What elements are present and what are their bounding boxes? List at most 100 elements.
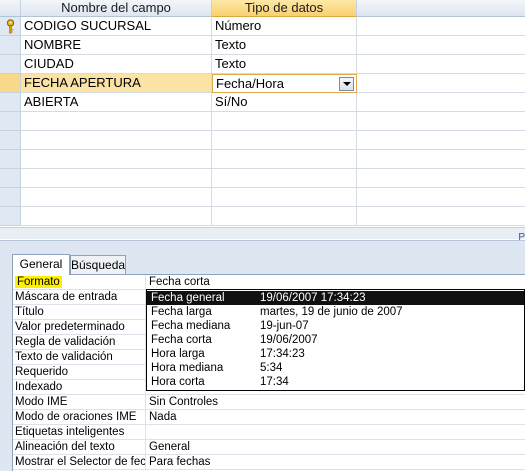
row-selector[interactable] (0, 93, 21, 112)
field-name-cell[interactable] (21, 112, 212, 131)
data-type-cell[interactable]: Texto (212, 36, 357, 55)
row-selector[interactable] (0, 188, 21, 207)
field-name-cell[interactable]: ABIERTA (21, 93, 212, 112)
format-option[interactable]: Hora larga 17:34:23 (147, 347, 524, 361)
property-label: Alineación del texto (13, 440, 146, 455)
format-option[interactable]: Fecha general 19/06/2007 17:34:23 (147, 291, 524, 305)
description-cell[interactable] (357, 131, 525, 150)
field-name-cell[interactable] (21, 150, 212, 169)
property-row[interactable]: Etiquetas inteligentes (13, 425, 525, 440)
grid-horizontal-scrollbar[interactable] (0, 227, 525, 239)
tab-general[interactable]: General (12, 254, 70, 275)
data-type-cell[interactable]: Texto (212, 55, 357, 74)
row-selector[interactable] (0, 207, 21, 226)
row-selector[interactable] (0, 112, 21, 131)
row-selector[interactable] (0, 74, 21, 93)
field-name-cell[interactable] (21, 207, 212, 226)
field-row[interactable] (0, 131, 525, 150)
property-label-text: Modo de oraciones IME (15, 411, 137, 423)
tab-search[interactable]: Búsqueda (70, 255, 126, 274)
format-option[interactable]: Fecha mediana 19-jun-07 (147, 319, 524, 333)
property-value[interactable]: Nada (146, 410, 525, 425)
property-row[interactable]: Alineación del texto General (13, 440, 525, 455)
property-row[interactable]: Formato Fecha corta (13, 275, 525, 290)
property-row[interactable]: Modo IME Sin Controles (13, 395, 525, 410)
property-label-text: Valor predeterminado (15, 321, 125, 333)
description-cell[interactable] (357, 112, 525, 131)
row-selector[interactable] (0, 36, 21, 55)
row-selector[interactable] (0, 169, 21, 188)
field-name-cell[interactable] (21, 188, 212, 207)
field-row[interactable] (0, 169, 525, 188)
data-type-cell[interactable] (212, 112, 357, 131)
description-cell[interactable] (357, 150, 525, 169)
field-row[interactable]: CIUDAD Texto (0, 55, 525, 74)
property-label: Requerido (13, 365, 146, 380)
data-type-value: Fecha/Hora (216, 76, 284, 91)
format-option[interactable]: Hora corta 17:34 (147, 375, 524, 389)
field-row[interactable]: FECHA APERTURA Fecha/Hora (0, 74, 525, 93)
field-row[interactable] (0, 150, 525, 169)
data-type-cell[interactable]: Número (212, 17, 357, 36)
field-name-cell[interactable]: CODIGO SUCURSAL (21, 17, 212, 36)
column-header-field-name[interactable]: Nombre del campo (21, 0, 212, 17)
property-row[interactable]: Mostrar el Selector de fec Para fechas (13, 455, 525, 470)
property-label: Valor predeterminado (13, 320, 146, 335)
field-row[interactable]: CODIGO SUCURSAL Número (0, 17, 525, 36)
field-row[interactable] (0, 207, 525, 226)
property-value[interactable] (146, 425, 525, 440)
data-type-cell[interactable] (212, 131, 357, 150)
property-label-text: Formato (15, 276, 62, 288)
description-cell[interactable] (357, 169, 525, 188)
property-label: Regla de validación (13, 335, 146, 350)
description-cell[interactable] (357, 55, 525, 74)
property-value[interactable]: Para fechas (146, 455, 525, 470)
field-name-cell[interactable]: FECHA APERTURA (21, 74, 212, 93)
description-cell[interactable] (357, 188, 525, 207)
data-type-cell[interactable]: Fecha/Hora (212, 74, 357, 93)
property-label-text: Modo IME (15, 396, 68, 408)
property-row[interactable]: Modo de oraciones IME Nada (13, 410, 525, 425)
property-value[interactable]: Fecha corta (146, 275, 525, 290)
format-option-example: 5:34 (260, 362, 283, 374)
format-option-name: Fecha mediana (151, 320, 231, 332)
format-option[interactable]: Hora mediana 5:34 (147, 361, 524, 375)
data-type-cell[interactable] (212, 150, 357, 169)
description-cell[interactable] (357, 93, 525, 112)
row-selector[interactable] (0, 131, 21, 150)
column-header-data-type[interactable]: Tipo de datos (212, 0, 357, 17)
format-option[interactable]: Fecha corta 19/06/2007 (147, 333, 524, 347)
field-row[interactable]: ABIERTA Sí/No (0, 93, 525, 112)
data-type-dropdown-button[interactable] (339, 77, 354, 91)
property-value[interactable]: Sin Controles (146, 395, 525, 410)
field-name-cell[interactable]: NOMBRE (21, 36, 212, 55)
field-name-cell[interactable]: CIUDAD (21, 55, 212, 74)
data-type-cell[interactable] (212, 207, 357, 226)
data-type-cell[interactable] (212, 188, 357, 207)
data-type-cell[interactable] (212, 169, 357, 188)
format-option-example: martes, 19 de junio de 2007 (260, 306, 403, 318)
field-name-cell[interactable] (21, 169, 212, 188)
description-cell[interactable] (357, 207, 525, 226)
format-option-example: 17:34 (260, 376, 289, 388)
format-dropdown-list[interactable]: Fecha general 19/06/2007 17:34:23 Fecha la… (146, 289, 525, 391)
row-selector[interactable] (0, 55, 21, 74)
data-type-value: Texto (215, 37, 247, 52)
property-value[interactable]: General (146, 440, 525, 455)
property-label: Modo de oraciones IME (13, 410, 146, 425)
field-row[interactable] (0, 188, 525, 207)
field-name-cell[interactable] (21, 131, 212, 150)
row-selector[interactable] (0, 17, 21, 36)
column-header-description[interactable] (357, 0, 525, 17)
data-type-cell[interactable]: Sí/No (212, 93, 357, 112)
format-option[interactable]: Fecha larga martes, 19 de junio de 2007 (147, 305, 524, 319)
field-row[interactable] (0, 112, 525, 131)
description-cell[interactable] (357, 17, 525, 36)
property-label-text: Indexado (15, 381, 63, 393)
field-row[interactable]: NOMBRE Texto (0, 36, 525, 55)
row-selector[interactable] (0, 150, 21, 169)
description-cell[interactable] (357, 36, 525, 55)
description-cell[interactable] (357, 74, 525, 93)
format-option-name: Fecha larga (151, 306, 212, 318)
property-label-text: Mostrar el Selector de fec (15, 456, 146, 468)
